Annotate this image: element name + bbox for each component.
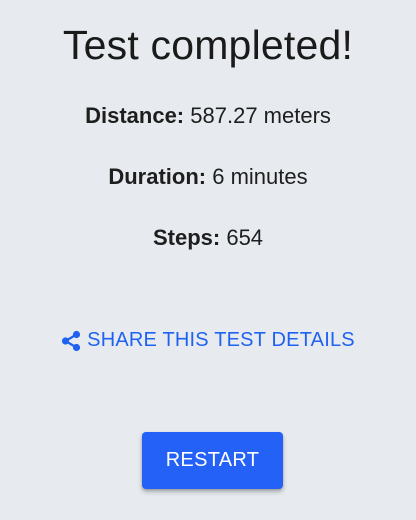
restart-button-label: RESTART: [165, 449, 260, 471]
duration-value: 6 minutes: [212, 164, 308, 189]
duration-label: Duration:: [108, 164, 207, 189]
duration-row: Duration: 6 minutes: [0, 164, 416, 190]
share-test-details-link[interactable]: SHARE THIS TEST DETAILS: [0, 329, 416, 352]
distance-label: Distance:: [85, 103, 185, 128]
steps-row: Steps: 654: [0, 225, 416, 251]
distance-value: 587.27 meters: [190, 103, 331, 128]
page-title: Test completed!: [62, 22, 354, 68]
distance-row: Distance: 587.27 meters: [0, 103, 416, 129]
steps-value: 654: [226, 225, 264, 250]
share-icon: [61, 330, 81, 352]
restart-button[interactable]: RESTART: [142, 432, 283, 489]
share-link-label: SHARE THIS TEST DETAILS: [87, 329, 355, 351]
steps-label: Steps:: [152, 225, 221, 250]
